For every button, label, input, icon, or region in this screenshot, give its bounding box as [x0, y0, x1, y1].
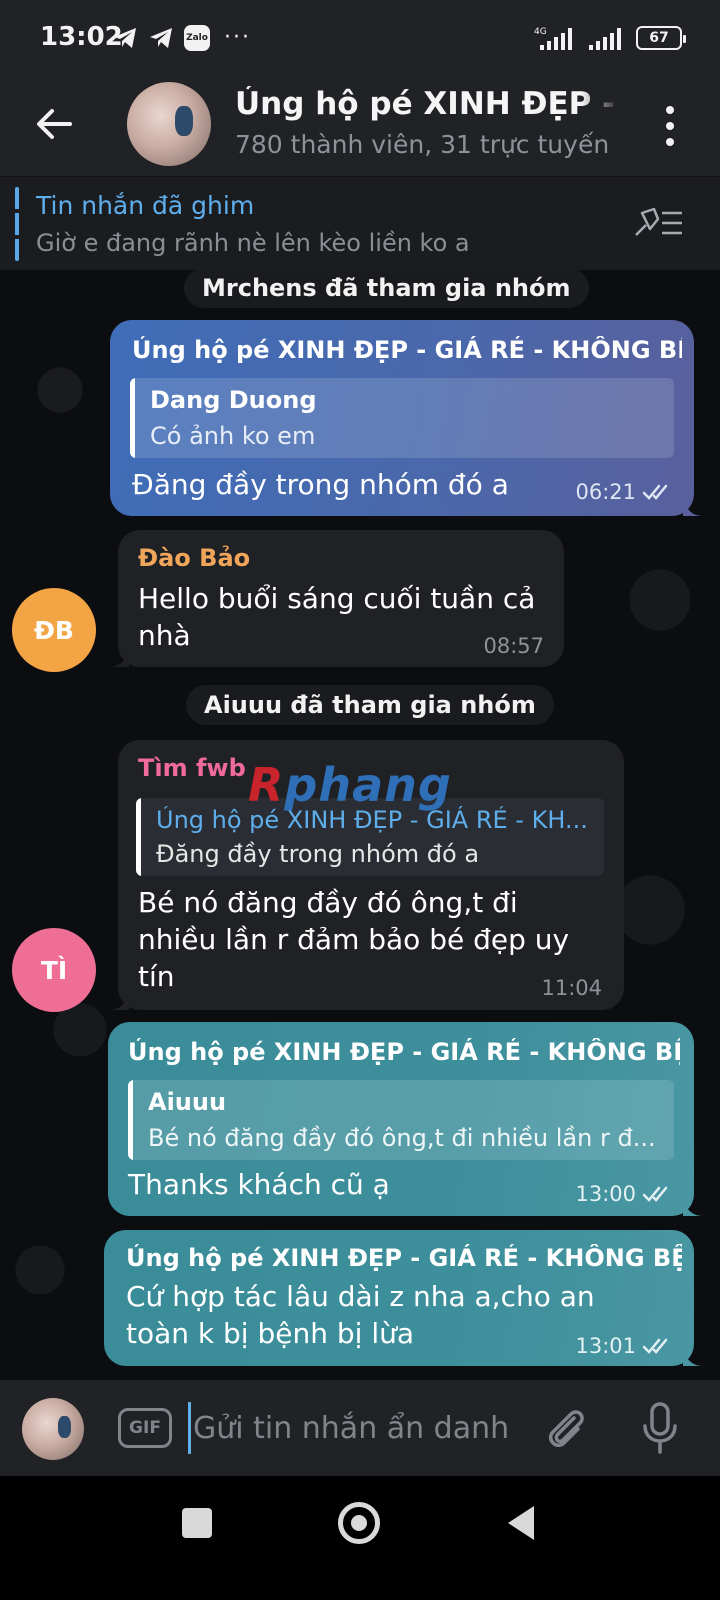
- avatar[interactable]: TÌ: [12, 928, 96, 1012]
- message-time-label: 13:01: [575, 1334, 636, 1358]
- message-input[interactable]: [188, 1402, 528, 1454]
- gif-icon[interactable]: GIF: [118, 1408, 172, 1448]
- paperclip-icon[interactable]: [544, 1404, 588, 1452]
- bubble-tail: [683, 1196, 703, 1216]
- microphone-icon[interactable]: [640, 1402, 680, 1454]
- pinned-indicator: [15, 187, 19, 261]
- nav-back-icon[interactable]: [508, 1506, 534, 1540]
- avatar[interactable]: ĐB: [12, 588, 96, 672]
- system-nav-bar: [0, 1476, 720, 1600]
- network-label: 4G: [534, 27, 547, 37]
- message-time-label: 06:21: [575, 480, 636, 504]
- nav-recents-icon[interactable]: [182, 1508, 212, 1538]
- telegram-icon: [114, 28, 136, 48]
- watermark-first: R: [248, 758, 285, 812]
- bubble-tail: [683, 1346, 703, 1366]
- reply-quote[interactable]: Dang Duong Có ảnh ko em: [130, 378, 674, 458]
- reply-text: Có ảnh ko em: [150, 422, 316, 450]
- chat-area[interactable]: Mrchens đã tham gia nhóm Ủng hộ pé XINH …: [0, 270, 720, 1380]
- message-time: 08:57: [483, 634, 544, 658]
- message-time: 11:04: [541, 976, 602, 1000]
- group-title[interactable]: Ủng hộ pé XINH ĐẸP - G: [235, 86, 620, 122]
- group-member-count: 780 thành viên, 31 trực tuyến: [235, 130, 610, 159]
- reply-quote[interactable]: Aiuuu Bé nó đăng đầy đó ông,t đi nhiều l…: [128, 1080, 674, 1160]
- status-time: 13:02: [40, 22, 123, 52]
- message-sender: Ủng hộ pé XINH ĐẸP - GIÁ RẺ - KHÔNG BỆ..…: [128, 1038, 680, 1066]
- watermark-logo: Rphang: [248, 758, 452, 812]
- reply-name: Aiuuu: [148, 1088, 227, 1116]
- back-arrow-icon[interactable]: [34, 104, 74, 144]
- message-text: Bé nó đăng đầy đó ông,t đi nhiều lần r đ…: [138, 886, 570, 993]
- service-message: Mrchens đã tham gia nhóm: [184, 270, 589, 308]
- message-sender[interactable]: Đào Bảo: [138, 544, 250, 572]
- message-time: 13:01: [575, 1334, 674, 1358]
- signal-icon: [589, 28, 621, 50]
- kebab-menu-icon[interactable]: [664, 106, 676, 146]
- pinned-text: Giờ e đang rãnh nè lên kèo liền ko a: [36, 229, 470, 257]
- status-notification-icons: Zalo ···: [112, 24, 251, 52]
- message-text: Đăng đầy trong nhóm đó a: [132, 468, 509, 501]
- group-avatar[interactable]: [127, 82, 211, 166]
- outgoing-message[interactable]: Ủng hộ pé XINH ĐẸP - GIÁ RẺ - KHÔNG BỆ..…: [108, 1022, 703, 1216]
- battery-icon: 67: [636, 26, 686, 50]
- watermark-rest: phang: [284, 758, 452, 812]
- bubble-tail: [683, 496, 703, 516]
- double-check-icon: [642, 484, 668, 500]
- double-check-icon: [642, 1186, 668, 1202]
- pinned-message-bar[interactable]: Tin nhắn đã ghim Giờ e đang rãnh nè lên …: [0, 176, 720, 270]
- message-sender: Ủng hộ pé XINH ĐẸP - GIÁ RẺ - KHÔNG BỆ..…: [132, 336, 682, 364]
- message-time: 13:00: [575, 1182, 674, 1206]
- reply-text: Đăng đầy trong nhóm đó a: [156, 840, 480, 868]
- telegram-icon: [150, 28, 172, 48]
- bubble-tail: [109, 647, 129, 667]
- more-notifications-icon: ···: [224, 25, 251, 50]
- zalo-icon: Zalo: [184, 25, 210, 51]
- message-sender: Ủng hộ pé XINH ĐẸP - GIÁ RẺ - KHÔNG BỆ..…: [126, 1244, 682, 1272]
- service-message: Aiuuu đã tham gia nhóm: [186, 685, 554, 725]
- incoming-message[interactable]: Đào Bảo Hello buổi sáng cuối tuần cả nhà…: [109, 530, 564, 667]
- status-bar: 13:02 Zalo ··· 4G 67: [0, 0, 720, 76]
- send-as-avatar[interactable]: [22, 1398, 84, 1460]
- reply-name: Dang Duong: [150, 386, 317, 414]
- status-system-icons: 4G 67: [532, 24, 686, 52]
- chat-header: Ủng hộ pé XINH ĐẸP - G 780 thành viên, 3…: [0, 76, 720, 176]
- nav-home-icon[interactable]: [338, 1502, 380, 1544]
- message-time-label: 13:00: [575, 1182, 636, 1206]
- unpin-icon[interactable]: [632, 205, 684, 241]
- message-text: Thanks khách cũ ạ: [128, 1168, 390, 1201]
- bubble-tail: [109, 990, 129, 1010]
- message-input-bar: GIF: [0, 1380, 720, 1476]
- outgoing-message[interactable]: Ủng hộ pé XINH ĐẸP - GIÁ RẺ - KHÔNG BỆ..…: [110, 320, 703, 516]
- outgoing-message[interactable]: Ủng hộ pé XINH ĐẸP - GIÁ RẺ - KHÔNG BỆ..…: [104, 1230, 703, 1366]
- reply-text: Bé nó đăng đầy đó ông,t đi nhiều lần r đ…: [148, 1124, 656, 1152]
- double-check-icon: [642, 1338, 668, 1354]
- signal-icon: 4G: [534, 27, 572, 50]
- pinned-title: Tin nhắn đã ghim: [36, 191, 255, 220]
- message-sender[interactable]: Tìm fwb: [138, 754, 246, 782]
- message-time: 06:21: [575, 480, 674, 504]
